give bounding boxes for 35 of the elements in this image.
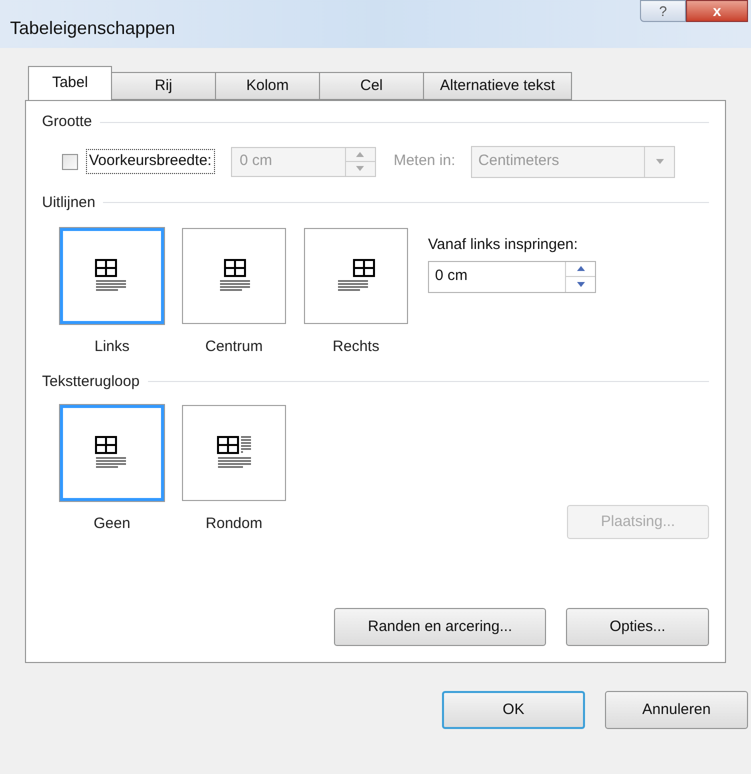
option-label: Rechts xyxy=(332,337,380,357)
indent-field[interactable]: 0 cm xyxy=(428,260,596,292)
layout-option-button[interactable] xyxy=(304,228,408,324)
measure-label: Meten in: xyxy=(394,151,456,172)
layout-option-button[interactable] xyxy=(182,405,286,501)
layout-option-button[interactable] xyxy=(60,405,164,501)
up-arrow-icon xyxy=(576,266,584,272)
down-arrow-icon xyxy=(356,166,364,172)
section-heading: Grootte xyxy=(42,112,92,132)
panel-button[interactable]: Randen en arcering... xyxy=(334,608,546,646)
tab[interactable]: Alternatieve tekst xyxy=(423,72,572,100)
dialog-button[interactable]: OK xyxy=(442,691,585,729)
option-label: Centrum xyxy=(205,337,263,357)
window-title: Tabeleigenschappen xyxy=(10,16,176,40)
dialog-button[interactable]: Annuleren xyxy=(605,691,748,729)
tab[interactable]: Cel xyxy=(319,72,424,100)
option-label: Links xyxy=(94,337,130,357)
up-arrow-icon xyxy=(356,152,364,157)
section-heading: Tekstterugloop xyxy=(42,372,140,392)
table-layout-icon xyxy=(336,258,376,294)
down-arrow-icon xyxy=(576,282,584,287)
panel-button[interactable]: Opties... xyxy=(566,608,709,646)
table-layout-icon xyxy=(214,435,254,471)
indent-label: Vanaf links inspringen: xyxy=(428,235,579,255)
tab[interactable]: Kolom xyxy=(215,72,320,100)
dropdown-arrow-icon xyxy=(656,159,664,164)
section-heading: Uitlijnen xyxy=(42,192,96,212)
option-label: Rondom xyxy=(206,514,262,534)
help-button[interactable]: ? xyxy=(640,0,686,22)
spinner-arrows[interactable] xyxy=(565,262,595,292)
layout-option-button[interactable] xyxy=(60,228,164,324)
tab[interactable]: Rij xyxy=(111,72,216,100)
layout-option-button[interactable] xyxy=(182,228,286,324)
option-label: Geen xyxy=(94,514,130,534)
tab[interactable]: Tabel xyxy=(28,66,112,100)
